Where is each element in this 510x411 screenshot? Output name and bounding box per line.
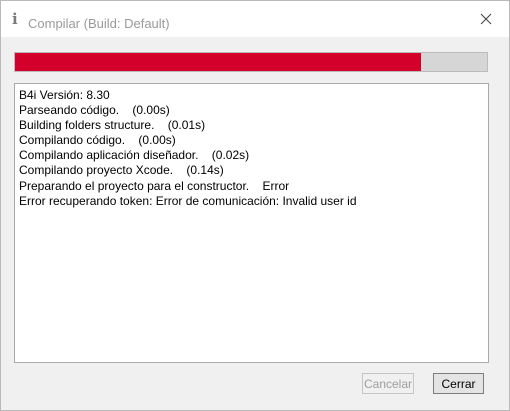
info-icon: i — [12, 10, 18, 28]
window-title: Compilar (Build: Default) — [28, 16, 170, 31]
close-button[interactable]: Cerrar — [433, 373, 484, 394]
cancel-button[interactable]: Cancelar — [362, 373, 414, 394]
title-bar[interactable]: i Compilar (Build: Default) — [1, 1, 509, 37]
log-line: Parseando código. (0.00s) — [19, 103, 170, 118]
log-line: Error recuperando token: Error de comuni… — [19, 193, 357, 208]
log-line: B4i Versión: 8.30 — [19, 88, 110, 102]
log-line: Preparando el proyecto para el construct… — [19, 178, 290, 193]
log-line: Compilando código. (0.00s) — [19, 133, 176, 148]
compile-progress-bar — [14, 52, 488, 72]
compile-dialog: i Compilar (Build: Default) B4i Versión:… — [0, 0, 510, 411]
log-line: Compilando proyecto Xcode. (0.14s) — [19, 163, 224, 178]
progress-bar-fill — [15, 53, 421, 71]
log-line: Compilando aplicación diseñador. (0.02s) — [19, 148, 250, 163]
close-icon — [480, 13, 492, 25]
close-window-button[interactable] — [463, 1, 509, 37]
compile-log[interactable]: B4i Versión: 8.30 Parseando código. (0.00… — [14, 83, 489, 363]
log-line: Building folders structure. (0.01s) — [19, 118, 206, 133]
